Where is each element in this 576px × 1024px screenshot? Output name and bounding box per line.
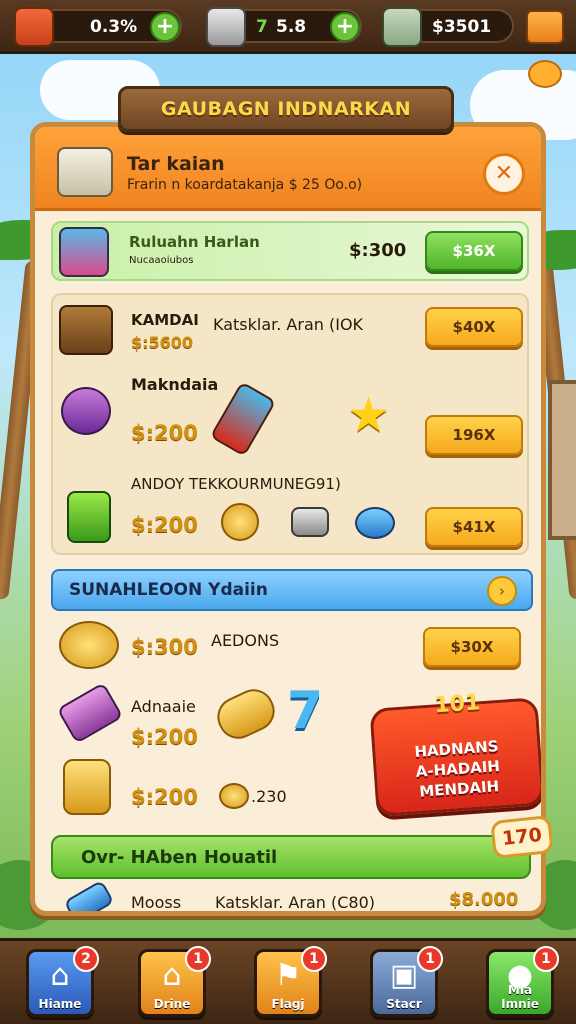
bullet-icon xyxy=(210,682,282,746)
shop-panel: Tar kaian Frarin n koardatakanja $ 25 Oo… xyxy=(30,122,546,916)
s2-row3-price: $:200 xyxy=(131,785,198,809)
s2-row2-name: Adnaaie xyxy=(131,697,196,716)
dice-icon xyxy=(206,7,246,47)
house xyxy=(548,380,576,540)
nav-flag-badge: 1 xyxy=(301,946,327,972)
briefcase-icon xyxy=(57,147,113,197)
bottom-nav: ⌂ Hiame 2 ⌂ Drine 1 ⚑ Flagj 1 ▣ Stacr 1 … xyxy=(0,938,576,1024)
resource-counter-1: 0.3% + xyxy=(14,7,182,47)
nav-flag-label: Flagj xyxy=(271,997,305,1011)
green-section-title: Ovr- HAben Houatil xyxy=(81,847,278,868)
s2-row2-price: $:200 xyxy=(131,725,198,749)
promo-number: 101 xyxy=(433,690,482,719)
close-button[interactable]: ✕ xyxy=(483,153,525,195)
nav-shop[interactable]: ⌂ Drine 1 xyxy=(138,946,211,1017)
panel-header: Tar kaian Frarin n koardatakanja $ 25 Oo… xyxy=(35,127,541,211)
s2-row1-name: AEDONS xyxy=(211,631,280,650)
row1-price: $:5600 xyxy=(131,333,194,352)
potion-icon xyxy=(67,491,111,543)
cash-stack-icon xyxy=(382,7,422,47)
count-badge: 170 xyxy=(490,814,554,860)
rocket-icon xyxy=(209,381,277,457)
resource-1-value: 0.3% xyxy=(90,17,138,37)
row2-name: Makndaia xyxy=(131,375,219,394)
featured-title: Ruluahn Harlan xyxy=(129,233,260,251)
top-resource-bar: 0.3% + 7 5.8 + $3501 xyxy=(0,0,576,54)
hammer-icon xyxy=(56,682,124,744)
resource-counter-3: $3501 xyxy=(382,7,514,47)
s2-row3-note: .230 xyxy=(251,787,287,806)
resource-2-value: 5.8 xyxy=(276,17,307,37)
banner-title: GAUBAGN INDNARKAN xyxy=(160,98,412,120)
row3-buy-button[interactable]: $41X xyxy=(425,507,523,547)
resource-3-value: $3501 xyxy=(432,17,492,37)
nav-storage-label: Stacr xyxy=(386,997,422,1011)
row2-buy-button[interactable]: 196X xyxy=(425,415,523,455)
section-header-green[interactable]: Ovr- HAben Houatil xyxy=(51,835,531,879)
nav-chat-label: Mla Imnie xyxy=(501,983,539,1011)
coin-pile-icon xyxy=(59,621,119,669)
add-resource-2-button[interactable]: + xyxy=(330,12,360,42)
star-icon: ★ xyxy=(347,387,391,443)
nav-home[interactable]: ⌂ Hiame 2 xyxy=(26,946,99,1017)
featured-row: Ruluahn Harlan Nucaaoiubos $:300 $36X xyxy=(51,221,529,281)
featured-sub: Nucaaoiubos xyxy=(129,255,194,266)
cannon-icon xyxy=(291,507,329,537)
row1-desc: Katsklar. Aran (IOK xyxy=(213,315,364,334)
fish-icon xyxy=(355,507,395,539)
featured-buy-button[interactable]: $36X xyxy=(425,231,523,271)
s2-row1-buy-button[interactable]: $30X xyxy=(423,627,521,667)
seven-glyph: 7 xyxy=(287,681,324,741)
menu-icon[interactable] xyxy=(526,10,564,44)
money-bag-icon xyxy=(63,759,111,815)
row2-price: $:200 xyxy=(131,421,198,445)
nav-chat-badge: 1 xyxy=(533,946,559,972)
item-list-1: KAMDAI $:5600 Katsklar. Aran (IOK $40X M… xyxy=(51,293,529,555)
nav-storage[interactable]: ▣ Stacr 1 xyxy=(370,946,443,1017)
row3-price: $:200 xyxy=(131,513,198,537)
footer-price: $8.000 xyxy=(449,889,519,910)
s2-row1-price: $:300 xyxy=(131,635,198,659)
section-header-blue: SUNAHLEOON Ydaiin › xyxy=(51,569,533,611)
gadget-icon xyxy=(61,387,111,435)
sun-badge-icon xyxy=(528,60,562,88)
rocket-icon xyxy=(63,879,115,911)
nav-storage-badge: 1 xyxy=(417,946,443,972)
gift-box-icon xyxy=(59,227,109,277)
treasure-chest-icon xyxy=(59,305,113,355)
coin-icon xyxy=(219,783,249,809)
nav-shop-badge: 1 xyxy=(185,946,211,972)
panel-subtitle: Frarin n koardatakanja $ 25 Oo.o) xyxy=(127,177,363,193)
row3-heading: ANDOY TEKKOURMUNEG91) xyxy=(131,475,341,493)
section-info-button[interactable]: › xyxy=(487,576,517,606)
add-resource-1-button[interactable]: + xyxy=(150,12,180,42)
nav-home-label: Hiame xyxy=(38,997,82,1011)
footer-name: Mooss xyxy=(131,893,182,912)
blue-section-title: SUNAHLEOON Ydaiin xyxy=(69,580,268,600)
nav-home-badge: 2 xyxy=(73,946,99,972)
featured-price: $:300 xyxy=(349,240,407,261)
resource-counter-2: 7 5.8 + xyxy=(206,7,362,47)
resource-2-prefix: 7 xyxy=(256,17,268,37)
promo-burst[interactable]: 101 HADNANS A-HADAIH MENDAIH xyxy=(369,690,541,817)
row1-name: KAMDAI xyxy=(131,311,199,329)
footer-desc: Katsklar. Aran (C80) xyxy=(215,893,375,912)
nav-flag[interactable]: ⚑ Flagj 1 xyxy=(254,946,327,1017)
page-banner: GAUBAGN INDNARKAN xyxy=(118,86,454,132)
coin-icon xyxy=(221,503,259,541)
row1-buy-button[interactable]: $40X xyxy=(425,307,523,347)
nav-chat[interactable]: ● Mla Imnie 1 xyxy=(486,946,559,1017)
crate-icon xyxy=(14,7,54,47)
panel-title: Tar kaian xyxy=(127,153,225,175)
nav-shop-label: Drine xyxy=(153,997,191,1011)
